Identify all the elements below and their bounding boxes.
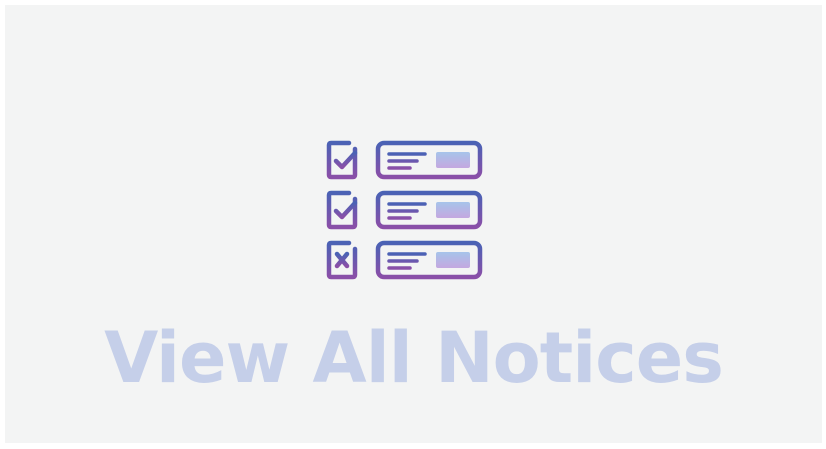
text-lines-icon — [387, 202, 427, 220]
check-mark-icon — [333, 200, 358, 220]
checklist-icon — [326, 140, 483, 280]
cross-mark-icon — [334, 251, 350, 269]
highlight-block-icon — [436, 152, 470, 168]
view-all-notices-label: View All Notices — [104, 317, 724, 399]
checklist-row — [326, 240, 483, 280]
highlight-block-icon — [436, 252, 470, 268]
text-lines-icon — [387, 152, 427, 170]
highlight-block-icon — [436, 202, 470, 218]
text-lines-icon — [387, 252, 427, 270]
check-mark-icon — [333, 150, 358, 170]
checklist-row — [326, 190, 483, 230]
view-all-notices-button[interactable]: View All Notices — [5, 5, 822, 443]
checklist-row — [326, 140, 483, 180]
